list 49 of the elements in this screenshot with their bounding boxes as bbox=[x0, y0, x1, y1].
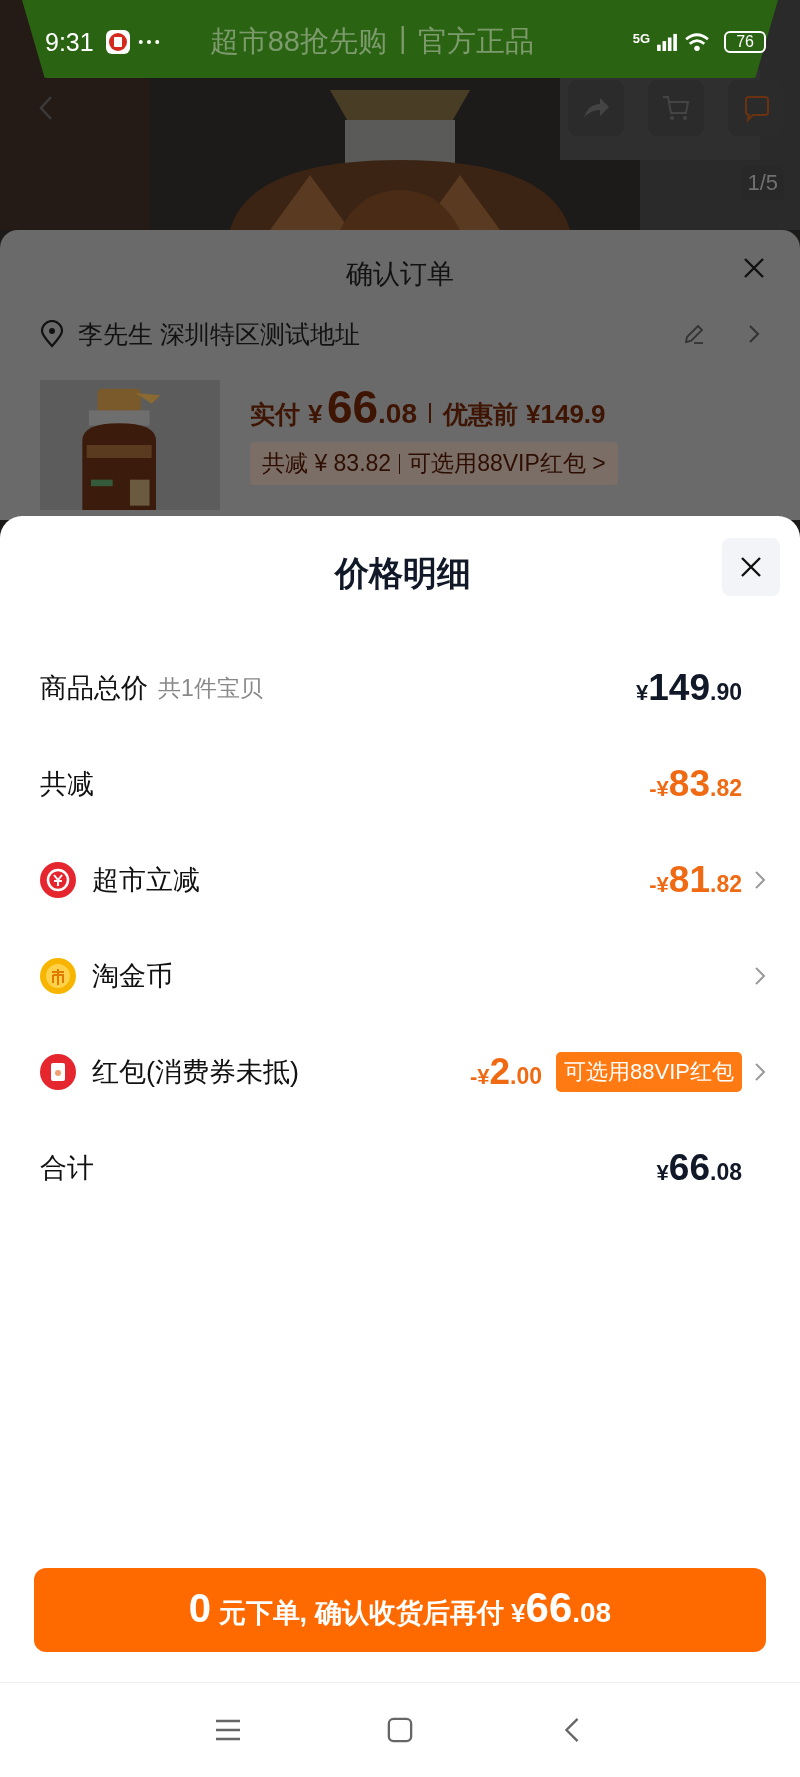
amount-text: ¥66.08 bbox=[656, 1147, 742, 1189]
saving-tag[interactable]: 共减 ¥ 83.82 可选用88VIP红包 > bbox=[250, 442, 618, 485]
cart-button[interactable] bbox=[648, 80, 704, 136]
banner-text: 超市88抢先购 bbox=[209, 24, 387, 59]
chevron-right-icon[interactable] bbox=[754, 1062, 766, 1082]
row-label: 淘金币 bbox=[92, 960, 173, 993]
status-time: 9:31 bbox=[45, 27, 94, 57]
amount-text: -¥83.82 bbox=[649, 763, 742, 805]
envelope-icon bbox=[40, 1054, 76, 1090]
location-pin-icon bbox=[40, 320, 64, 348]
original-price: ¥149.9 bbox=[526, 399, 606, 430]
vip-link[interactable]: 可选用88VIP红包 > bbox=[408, 448, 606, 479]
vip-coupon-badge[interactable]: 可选用88VIP红包 bbox=[556, 1052, 742, 1092]
chevron-right-icon[interactable] bbox=[754, 870, 766, 890]
menu-icon[interactable] bbox=[214, 1717, 242, 1743]
saving-text: 共减 ¥ 83.82 bbox=[262, 449, 392, 478]
sheet-title: 确认订单 bbox=[346, 258, 454, 291]
wifi-icon bbox=[684, 32, 711, 52]
row-label: 合计 bbox=[40, 1152, 94, 1185]
original-price-label: 优惠前 bbox=[443, 399, 519, 430]
share-button[interactable] bbox=[568, 80, 624, 136]
close-icon bbox=[739, 555, 763, 579]
row-note: 共1件宝贝 bbox=[158, 673, 263, 703]
sheet-title: 价格明细 bbox=[335, 553, 471, 594]
amount-text: -¥2.00 bbox=[469, 1051, 543, 1093]
row-label: 共减 bbox=[40, 768, 94, 801]
paid-label: 实付 bbox=[250, 399, 300, 430]
address-text[interactable]: 李先生 深圳特区测试地址 bbox=[78, 317, 360, 351]
signal-icon bbox=[656, 33, 679, 51]
row-label: 红包(消费券未抵) bbox=[92, 1056, 299, 1089]
coin-icon bbox=[40, 958, 76, 994]
banner-text: 官方正品 bbox=[418, 24, 535, 59]
submit-order-button[interactable]: 0 元下单, 确认收货后再付 ¥66.08 bbox=[34, 1568, 766, 1652]
discount-icon bbox=[40, 862, 76, 898]
row-label: 超市立减 bbox=[92, 864, 200, 897]
row-label: 商品总价 bbox=[40, 672, 148, 705]
amount-text: -¥81.82 bbox=[649, 859, 742, 901]
banner-text: | bbox=[398, 22, 407, 56]
chevron-right-icon[interactable] bbox=[748, 324, 760, 344]
network-label: 5G bbox=[632, 31, 651, 46]
battery-indicator: 76 bbox=[724, 31, 766, 53]
amount-text: ¥149.90 bbox=[636, 667, 742, 709]
chevron-right-icon[interactable] bbox=[754, 966, 766, 986]
close-icon[interactable] bbox=[742, 256, 766, 280]
paid-price: ¥66.08 bbox=[308, 380, 418, 434]
home-icon[interactable] bbox=[386, 1717, 414, 1743]
edit-icon[interactable] bbox=[682, 322, 706, 346]
close-button[interactable] bbox=[722, 538, 780, 596]
more-notifications-icon bbox=[137, 39, 160, 45]
